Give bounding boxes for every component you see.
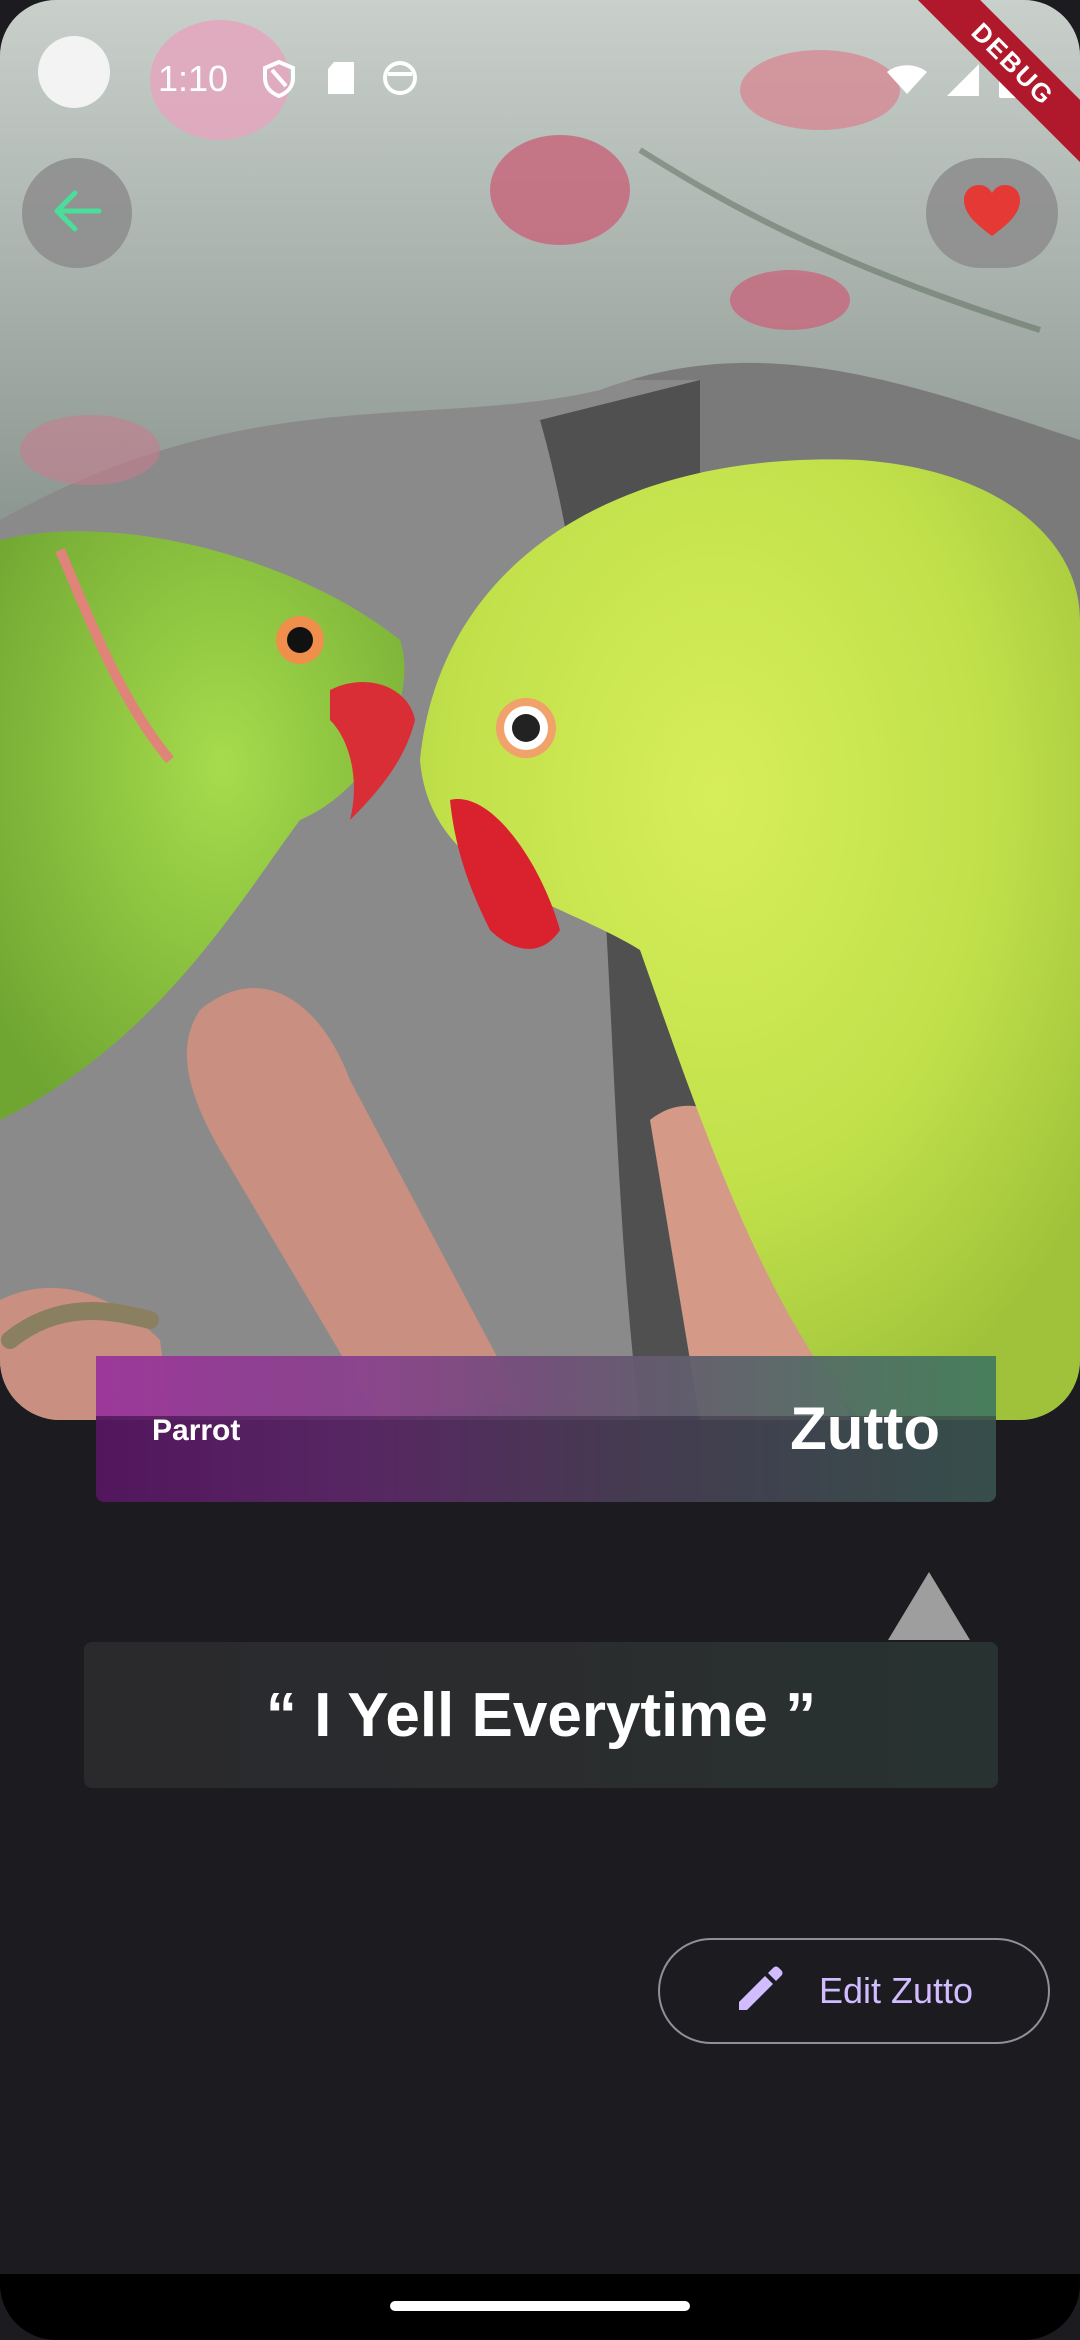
edit-pet-button[interactable]: Edit Zutto — [658, 1938, 1050, 2044]
signal-icon — [946, 63, 980, 102]
wifi-icon — [886, 64, 928, 101]
pencil-icon — [735, 1964, 785, 2019]
sd-card-icon — [326, 60, 356, 101]
pet-quote: “ I Yell Everytime ” — [265, 1680, 817, 1750]
home-gesture-handle[interactable] — [390, 2301, 690, 2311]
quote-pointer-triangle — [888, 1572, 970, 1640]
arrow-left-icon — [51, 189, 103, 238]
pet-name-banner: Parrot Zutto — [96, 1356, 996, 1502]
pet-name: Zutto — [790, 1395, 940, 1462]
pet-detail-screen: 1:10 DEBUG Parrot Zutto “ I Yell Everyti… — [0, 0, 1080, 2340]
edit-pet-label: Edit Zutto — [818, 1970, 974, 2011]
face-icon — [382, 60, 418, 101]
pet-photo — [0, 0, 1080, 1420]
shield-icon — [262, 59, 296, 103]
status-bar: 1:10 — [0, 0, 1080, 160]
pet-species: Parrot — [152, 1414, 241, 1447]
favorite-button[interactable] — [926, 158, 1058, 268]
pet-quote-box: “ I Yell Everytime ” — [84, 1642, 998, 1788]
parrot-photo-image — [0, 0, 1080, 1420]
camera-cutout — [38, 36, 110, 108]
heart-icon — [962, 184, 1022, 243]
status-time: 1:10 — [158, 58, 229, 99]
back-button[interactable] — [22, 158, 132, 268]
